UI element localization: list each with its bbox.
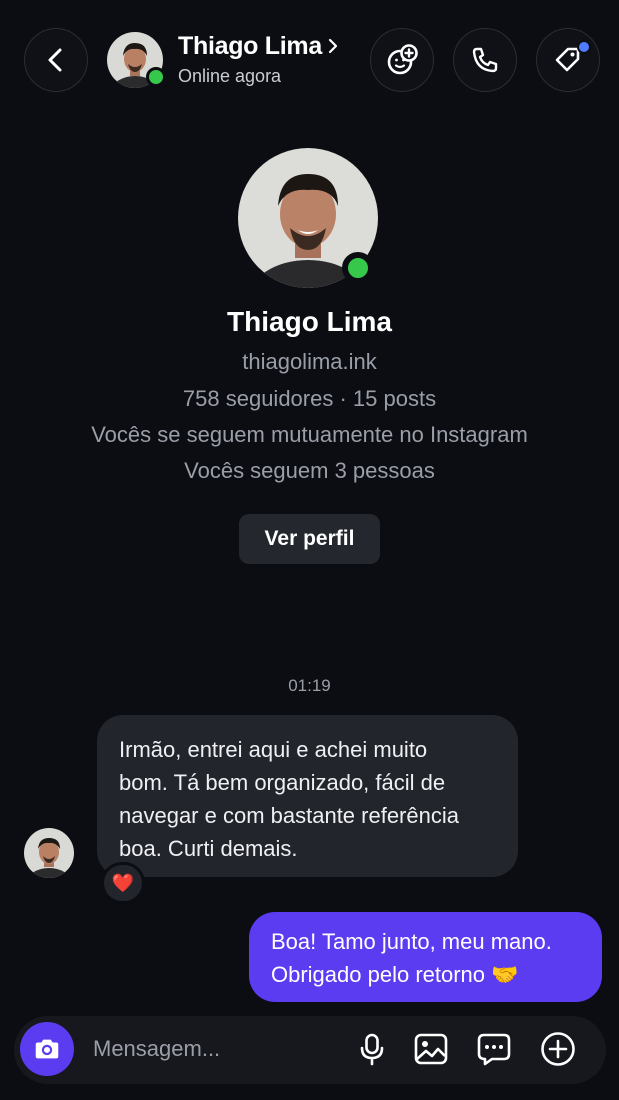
message-line: Boa! Tamo junto, meu mano.	[271, 929, 552, 954]
message-line: boa. Curti demais.	[119, 836, 298, 861]
notification-dot	[577, 40, 591, 54]
chat-bubble-icon[interactable]	[476, 1031, 512, 1067]
phone-icon	[472, 47, 498, 73]
chevron-right-icon[interactable]	[326, 36, 340, 56]
message-line: navegar e com bastante referência	[119, 803, 459, 828]
back-icon	[48, 48, 62, 72]
avatar-image	[24, 828, 74, 878]
tag-button[interactable]	[536, 28, 600, 92]
profile-name: Thiago Lima	[227, 306, 392, 337]
camera-button[interactable]	[20, 1022, 74, 1076]
online-status-dot	[146, 67, 166, 87]
back-button[interactable]	[24, 28, 88, 92]
view-profile-button[interactable]: Ver perfil	[239, 514, 380, 564]
header-online-status: Online agora	[178, 66, 282, 86]
message-line: Obrigado pelo retorno 🤝	[271, 962, 519, 987]
outgoing-message-bubble[interactable]: Boa! Tamo junto, meu mano. Obrigado pelo…	[249, 912, 602, 1002]
message-line: Irmão, entrei aqui e achei muito	[119, 737, 428, 762]
profile-following-count: Vocês seguem 3 pessoas	[184, 458, 435, 483]
message-line: bom. Tá bem organizado, fácil de	[119, 770, 446, 795]
heart-reaction-icon: ❤️	[111, 873, 135, 893]
gallery-icon[interactable]	[413, 1031, 449, 1067]
profile-online-dot	[342, 252, 374, 284]
message-input[interactable]: Mensagem...	[93, 1036, 220, 1062]
sender-avatar[interactable]	[24, 828, 74, 878]
incoming-message-bubble[interactable]: Irmão, entrei aqui e achei muito bom. Tá…	[97, 715, 518, 877]
sticker-add-button[interactable]	[370, 28, 434, 92]
microphone-icon[interactable]	[354, 1031, 390, 1067]
message-reaction[interactable]: ❤️	[101, 862, 145, 904]
header-contact-name[interactable]: Thiago Lima	[178, 32, 322, 61]
plus-circle-icon[interactable]	[540, 1031, 576, 1067]
profile-username: thiagolima.ink	[242, 349, 377, 374]
call-button[interactable]	[453, 28, 517, 92]
message-timestamp: 01:19	[288, 676, 331, 695]
camera-icon	[35, 1039, 59, 1059]
profile-mutual-follow: Vocês se seguem mutuamente no Instagram	[91, 422, 528, 447]
profile-stats: 758 seguidores · 15 posts	[182, 386, 437, 411]
sticker-add-icon	[387, 44, 418, 75]
